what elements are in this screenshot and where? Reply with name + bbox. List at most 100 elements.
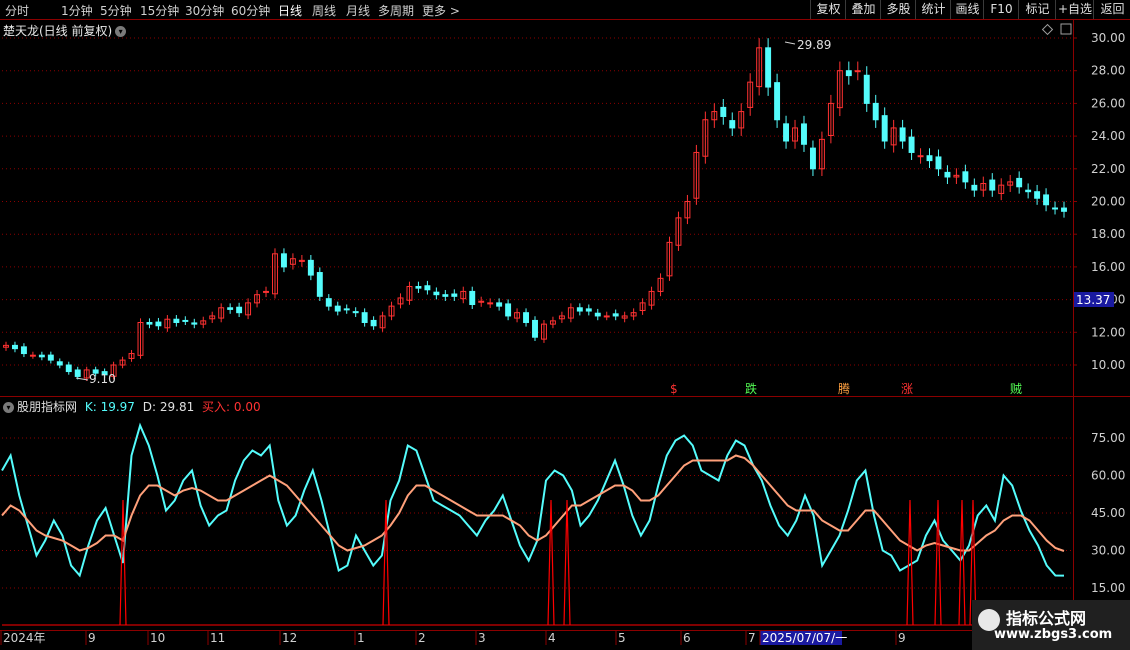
candle-body — [854, 70, 861, 73]
candle-body — [191, 322, 198, 325]
candle-body — [469, 290, 476, 306]
candle-body — [809, 147, 816, 170]
timeline-label: 2 — [418, 631, 426, 645]
candle-body — [316, 272, 323, 297]
candle-body — [872, 102, 879, 121]
timeline-label: 4 — [548, 631, 556, 645]
price-tick-label: 10.00 — [1091, 358, 1125, 372]
candle-body — [227, 307, 234, 310]
candle-body — [433, 291, 440, 296]
price-tick-label: 12.00 — [1091, 325, 1125, 339]
indicator-tick-label: 75.00 — [1091, 431, 1125, 445]
buy-signal-spike — [934, 499, 942, 626]
candle-body — [908, 136, 915, 153]
candle-body — [765, 47, 772, 88]
candle-body — [845, 70, 852, 77]
current-price-label: 13.37 — [1076, 293, 1110, 307]
candle-body — [935, 156, 942, 170]
candle-body — [415, 286, 422, 289]
candle-body — [576, 307, 583, 312]
candle-body — [1043, 194, 1050, 206]
candle-body — [989, 179, 996, 191]
candle-body — [424, 285, 431, 291]
timeline-label: 9 — [88, 631, 96, 645]
candle-body — [182, 319, 189, 322]
signal-marker: $ — [670, 382, 678, 396]
price-tick-label: 16.00 — [1091, 260, 1125, 274]
candle-body — [926, 155, 933, 162]
k-line — [1, 422, 1065, 578]
timeline-label: 7 — [748, 631, 756, 645]
candle-body — [532, 319, 538, 338]
timeline-label: 2024年 — [3, 631, 46, 645]
timeline-label: 2025/07/07/一 — [762, 631, 847, 645]
candle-body — [720, 106, 727, 117]
candle-body — [505, 303, 512, 317]
candle-body — [361, 312, 368, 323]
indicator-tick-label: 60.00 — [1091, 469, 1125, 483]
signal-marker: 跌 — [745, 381, 757, 396]
candle-body — [74, 369, 81, 377]
candle-body — [20, 346, 27, 355]
candle-body — [236, 306, 243, 314]
signal-marker: 腾 — [838, 381, 850, 396]
watermark: 指标公式网 www.zbgs3.com — [972, 600, 1130, 650]
candle-body — [729, 120, 736, 129]
indicator-tick-label: 15.00 — [1091, 581, 1125, 595]
price-tick-label: 20.00 — [1091, 195, 1125, 209]
price-tick-label: 24.00 — [1091, 129, 1125, 143]
signal-marker: 涨 — [901, 381, 913, 396]
buy-signal-spike — [958, 499, 966, 626]
candle-body — [783, 123, 790, 142]
candle-body — [944, 171, 951, 178]
candle-body — [263, 290, 269, 293]
candle-body — [863, 74, 870, 104]
candle-body — [612, 313, 619, 317]
price-tick-label: 26.00 — [1091, 96, 1125, 110]
candle-body — [280, 253, 287, 268]
timeline-label: 5 — [618, 631, 626, 645]
candle-body — [917, 155, 924, 158]
diamond-icon — [1041, 23, 1054, 36]
timeline-label: 6 — [683, 631, 691, 645]
candle-body — [38, 354, 45, 358]
price-tick-label: 18.00 — [1091, 227, 1125, 241]
timeline-label: 11 — [210, 631, 225, 645]
candle-body — [65, 364, 72, 373]
candle-body — [12, 344, 18, 350]
kline-chart[interactable]: 30.00 28.00 26.00 24.00 22.00 20.00 18.00 16.00… — [0, 0, 1130, 650]
candle-body — [962, 171, 969, 183]
timeline-label: 9 — [898, 631, 906, 645]
high-pointer — [784, 41, 796, 45]
buy-signal-spike — [906, 499, 914, 626]
candle-body — [774, 82, 781, 121]
buy-signal-spike — [563, 499, 571, 626]
price-tick-label: 28.00 — [1091, 64, 1125, 78]
indicator-tick-label: 45.00 — [1091, 506, 1125, 520]
watermark-line2: www.zbgs3.com — [994, 627, 1113, 642]
d-line — [1, 454, 1065, 552]
candle-body — [307, 259, 314, 276]
candle-body — [585, 308, 592, 312]
low-price-label: 9.10 — [89, 372, 116, 386]
candle-body — [442, 294, 449, 297]
candle-body — [801, 123, 807, 145]
candle-body — [1016, 177, 1023, 188]
timeline-label: 1 — [357, 631, 365, 645]
candle-body — [1052, 207, 1058, 210]
timeline-label: 12 — [282, 631, 297, 645]
candle-body — [173, 318, 180, 323]
candle-body — [487, 302, 494, 305]
watermark-line1: 指标公式网 — [1006, 609, 1087, 628]
pane-toggle-icon — [1060, 23, 1072, 35]
candle-body — [594, 312, 601, 317]
candle-body — [603, 315, 610, 318]
timeline-label: 10 — [150, 631, 165, 645]
candle-body — [155, 321, 162, 327]
candle-body — [325, 298, 332, 307]
indicator-tick-label: 30.00 — [1091, 544, 1125, 558]
timeline-label: 3 — [478, 631, 486, 645]
candle-body — [451, 293, 458, 297]
price-tick-label: 22.00 — [1091, 162, 1125, 176]
candle-body — [343, 308, 350, 311]
